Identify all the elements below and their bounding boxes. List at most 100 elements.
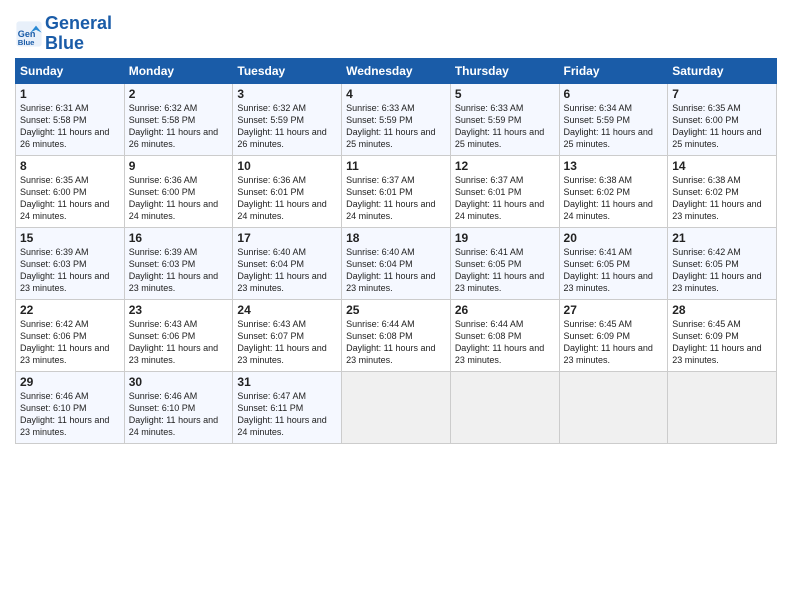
day-number: 6 [564, 87, 664, 101]
day-info: Sunrise: 6:41 AMSunset: 6:05 PMDaylight:… [455, 247, 544, 293]
day-number: 30 [129, 375, 229, 389]
header: Gen Blue General Blue [15, 10, 777, 54]
day-info: Sunrise: 6:42 AMSunset: 6:06 PMDaylight:… [20, 319, 109, 365]
day-info: Sunrise: 6:46 AMSunset: 6:10 PMDaylight:… [129, 391, 218, 437]
day-number: 5 [455, 87, 555, 101]
day-info: Sunrise: 6:37 AMSunset: 6:01 PMDaylight:… [455, 175, 544, 221]
day-cell: 3 Sunrise: 6:32 AMSunset: 5:59 PMDayligh… [233, 83, 342, 155]
day-number: 17 [237, 231, 337, 245]
day-cell: 21 Sunrise: 6:42 AMSunset: 6:05 PMDaylig… [668, 227, 777, 299]
table-row: 8 Sunrise: 6:35 AMSunset: 6:00 PMDayligh… [16, 155, 777, 227]
day-info: Sunrise: 6:40 AMSunset: 6:04 PMDaylight:… [346, 247, 435, 293]
days-of-week-row: Sunday Monday Tuesday Wednesday Thursday… [16, 58, 777, 83]
day-info: Sunrise: 6:34 AMSunset: 5:59 PMDaylight:… [564, 103, 653, 149]
day-cell: 22 Sunrise: 6:42 AMSunset: 6:06 PMDaylig… [16, 299, 125, 371]
day-info: Sunrise: 6:38 AMSunset: 6:02 PMDaylight:… [672, 175, 761, 221]
day-cell: 30 Sunrise: 6:46 AMSunset: 6:10 PMDaylig… [124, 371, 233, 443]
calendar-table: Sunday Monday Tuesday Wednesday Thursday… [15, 58, 777, 444]
day-number: 1 [20, 87, 120, 101]
day-cell: 1 Sunrise: 6:31 AMSunset: 5:58 PMDayligh… [16, 83, 125, 155]
col-monday: Monday [124, 58, 233, 83]
day-info: Sunrise: 6:35 AMSunset: 6:00 PMDaylight:… [20, 175, 109, 221]
day-cell: 29 Sunrise: 6:46 AMSunset: 6:10 PMDaylig… [16, 371, 125, 443]
day-info: Sunrise: 6:32 AMSunset: 5:59 PMDaylight:… [237, 103, 326, 149]
day-info: Sunrise: 6:36 AMSunset: 6:01 PMDaylight:… [237, 175, 326, 221]
day-info: Sunrise: 6:46 AMSunset: 6:10 PMDaylight:… [20, 391, 109, 437]
day-cell: 10 Sunrise: 6:36 AMSunset: 6:01 PMDaylig… [233, 155, 342, 227]
table-row: 15 Sunrise: 6:39 AMSunset: 6:03 PMDaylig… [16, 227, 777, 299]
day-info: Sunrise: 6:45 AMSunset: 6:09 PMDaylight:… [672, 319, 761, 365]
day-number: 4 [346, 87, 446, 101]
day-cell: 27 Sunrise: 6:45 AMSunset: 6:09 PMDaylig… [559, 299, 668, 371]
day-cell: 31 Sunrise: 6:47 AMSunset: 6:11 PMDaylig… [233, 371, 342, 443]
day-cell: 28 Sunrise: 6:45 AMSunset: 6:09 PMDaylig… [668, 299, 777, 371]
day-number: 28 [672, 303, 772, 317]
day-cell: 26 Sunrise: 6:44 AMSunset: 6:08 PMDaylig… [450, 299, 559, 371]
col-wednesday: Wednesday [342, 58, 451, 83]
day-number: 7 [672, 87, 772, 101]
day-number: 16 [129, 231, 229, 245]
day-cell: 18 Sunrise: 6:40 AMSunset: 6:04 PMDaylig… [342, 227, 451, 299]
page-container: Gen Blue General Blue Sunday Monday Tues… [0, 0, 792, 454]
day-info: Sunrise: 6:44 AMSunset: 6:08 PMDaylight:… [455, 319, 544, 365]
day-number: 23 [129, 303, 229, 317]
day-cell: 8 Sunrise: 6:35 AMSunset: 6:00 PMDayligh… [16, 155, 125, 227]
day-info: Sunrise: 6:32 AMSunset: 5:58 PMDaylight:… [129, 103, 218, 149]
day-info: Sunrise: 6:44 AMSunset: 6:08 PMDaylight:… [346, 319, 435, 365]
day-info: Sunrise: 6:43 AMSunset: 6:07 PMDaylight:… [237, 319, 326, 365]
logo-text-line1: General [45, 14, 112, 34]
day-info: Sunrise: 6:39 AMSunset: 6:03 PMDaylight:… [129, 247, 218, 293]
day-number: 19 [455, 231, 555, 245]
empty-cell [559, 371, 668, 443]
empty-cell [342, 371, 451, 443]
day-number: 13 [564, 159, 664, 173]
day-number: 27 [564, 303, 664, 317]
day-number: 10 [237, 159, 337, 173]
day-number: 12 [455, 159, 555, 173]
day-number: 26 [455, 303, 555, 317]
logo-icon: Gen Blue [15, 20, 43, 48]
day-info: Sunrise: 6:33 AMSunset: 5:59 PMDaylight:… [455, 103, 544, 149]
day-number: 22 [20, 303, 120, 317]
day-cell: 6 Sunrise: 6:34 AMSunset: 5:59 PMDayligh… [559, 83, 668, 155]
logo: Gen Blue General Blue [15, 14, 112, 54]
day-number: 3 [237, 87, 337, 101]
day-cell: 17 Sunrise: 6:40 AMSunset: 6:04 PMDaylig… [233, 227, 342, 299]
table-row: 1 Sunrise: 6:31 AMSunset: 5:58 PMDayligh… [16, 83, 777, 155]
day-cell: 11 Sunrise: 6:37 AMSunset: 6:01 PMDaylig… [342, 155, 451, 227]
day-number: 11 [346, 159, 446, 173]
day-info: Sunrise: 6:38 AMSunset: 6:02 PMDaylight:… [564, 175, 653, 221]
day-number: 21 [672, 231, 772, 245]
day-cell: 16 Sunrise: 6:39 AMSunset: 6:03 PMDaylig… [124, 227, 233, 299]
day-info: Sunrise: 6:45 AMSunset: 6:09 PMDaylight:… [564, 319, 653, 365]
day-cell: 12 Sunrise: 6:37 AMSunset: 6:01 PMDaylig… [450, 155, 559, 227]
table-row: 22 Sunrise: 6:42 AMSunset: 6:06 PMDaylig… [16, 299, 777, 371]
day-number: 24 [237, 303, 337, 317]
col-sunday: Sunday [16, 58, 125, 83]
day-number: 25 [346, 303, 446, 317]
day-number: 8 [20, 159, 120, 173]
day-cell: 9 Sunrise: 6:36 AMSunset: 6:00 PMDayligh… [124, 155, 233, 227]
day-cell: 5 Sunrise: 6:33 AMSunset: 5:59 PMDayligh… [450, 83, 559, 155]
day-info: Sunrise: 6:47 AMSunset: 6:11 PMDaylight:… [237, 391, 326, 437]
day-cell: 14 Sunrise: 6:38 AMSunset: 6:02 PMDaylig… [668, 155, 777, 227]
day-cell: 2 Sunrise: 6:32 AMSunset: 5:58 PMDayligh… [124, 83, 233, 155]
day-info: Sunrise: 6:43 AMSunset: 6:06 PMDaylight:… [129, 319, 218, 365]
day-cell: 15 Sunrise: 6:39 AMSunset: 6:03 PMDaylig… [16, 227, 125, 299]
day-info: Sunrise: 6:39 AMSunset: 6:03 PMDaylight:… [20, 247, 109, 293]
day-info: Sunrise: 6:31 AMSunset: 5:58 PMDaylight:… [20, 103, 109, 149]
day-info: Sunrise: 6:37 AMSunset: 6:01 PMDaylight:… [346, 175, 435, 221]
day-cell: 25 Sunrise: 6:44 AMSunset: 6:08 PMDaylig… [342, 299, 451, 371]
table-row: 29 Sunrise: 6:46 AMSunset: 6:10 PMDaylig… [16, 371, 777, 443]
day-number: 14 [672, 159, 772, 173]
col-saturday: Saturday [668, 58, 777, 83]
empty-cell [668, 371, 777, 443]
col-thursday: Thursday [450, 58, 559, 83]
day-info: Sunrise: 6:42 AMSunset: 6:05 PMDaylight:… [672, 247, 761, 293]
day-cell: 7 Sunrise: 6:35 AMSunset: 6:00 PMDayligh… [668, 83, 777, 155]
day-cell: 23 Sunrise: 6:43 AMSunset: 6:06 PMDaylig… [124, 299, 233, 371]
day-number: 15 [20, 231, 120, 245]
day-info: Sunrise: 6:33 AMSunset: 5:59 PMDaylight:… [346, 103, 435, 149]
col-friday: Friday [559, 58, 668, 83]
empty-cell [450, 371, 559, 443]
